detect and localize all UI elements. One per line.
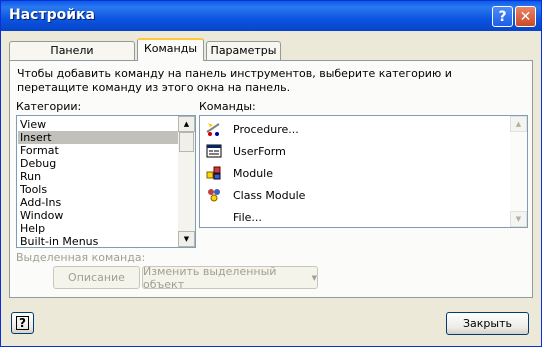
- categories-scrollbar[interactable]: ▲ ▼: [178, 116, 195, 247]
- command-label: UserForm: [233, 144, 286, 158]
- category-item[interactable]: Tools: [18, 183, 179, 196]
- customize-dialog: Настройка ? ✕ Панели инструментов Команд…: [0, 0, 542, 347]
- category-item[interactable]: Add-Ins: [18, 196, 179, 209]
- scroll-up-arrow-icon[interactable]: ▲: [178, 116, 195, 132]
- help-icon: ?: [498, 8, 507, 25]
- category-item[interactable]: Run: [18, 170, 179, 183]
- close-button-label: Закрыть: [463, 317, 512, 330]
- procedure-icon: [205, 120, 223, 138]
- description-button[interactable]: Описание: [53, 266, 140, 289]
- tab-commands[interactable]: Команды: [137, 38, 204, 61]
- userform-icon: [205, 142, 223, 160]
- command-item[interactable]: Module: [202, 162, 502, 184]
- tab-options[interactable]: Параметры: [206, 41, 281, 60]
- scroll-down-arrow-icon[interactable]: ▼: [178, 231, 195, 247]
- blank-icon: [205, 208, 223, 226]
- close-title-button[interactable]: ✕: [515, 6, 536, 27]
- command-label: File...: [233, 210, 262, 224]
- command-item[interactable]: UserForm: [202, 140, 502, 162]
- close-button[interactable]: Закрыть: [446, 312, 529, 335]
- question-icon: ?: [16, 316, 29, 330]
- categories-listbox[interactable]: View Insert Format Debug Run Tools Add-Ins Wind…: [16, 115, 196, 248]
- commands-listbox[interactable]: Procedure... UserForm Module Class Module Fi…: [199, 115, 528, 228]
- modify-selection-label: Изменить выделенный объект: [143, 264, 277, 291]
- scroll-track[interactable]: [179, 132, 194, 152]
- help-button[interactable]: ?: [11, 312, 34, 334]
- selected-command-label: Выделенная команда:: [16, 251, 146, 264]
- close-icon: ✕: [519, 8, 532, 25]
- command-item[interactable]: Class Module: [202, 184, 502, 206]
- commands-label: Команды:: [199, 100, 256, 113]
- class-module-icon: [205, 186, 223, 204]
- category-item[interactable]: Window: [18, 209, 179, 222]
- module-icon: [205, 164, 223, 182]
- command-item[interactable]: File...: [202, 206, 502, 227]
- command-label: Procedure...: [233, 122, 299, 136]
- category-item[interactable]: Help: [18, 222, 179, 235]
- commands-scrollbar[interactable]: ▲ ▼: [510, 116, 527, 227]
- command-label: Module: [233, 166, 273, 180]
- window-title: Настройка: [9, 7, 95, 23]
- category-item[interactable]: Built-in Menus: [18, 235, 179, 247]
- instructions-text: Чтобы добавить команду на панель инструм…: [17, 67, 452, 94]
- command-label: Class Module: [233, 188, 306, 202]
- commands-scroll-down-icon[interactable]: ▼: [510, 211, 527, 227]
- commands-scroll-up-icon[interactable]: ▲: [510, 116, 527, 132]
- category-item[interactable]: Insert: [18, 131, 179, 144]
- tab-commands-label: Команды: [143, 42, 198, 55]
- dropdown-arrow-icon: ▼: [311, 273, 317, 282]
- title-bar[interactable]: Настройка ? ✕: [1, 1, 541, 31]
- tab-options-label: Параметры: [210, 44, 277, 57]
- help-title-button[interactable]: ?: [492, 6, 513, 27]
- command-item[interactable]: Procedure...: [202, 118, 502, 140]
- modify-selection-button[interactable]: Изменить выделенный объект ▼: [142, 264, 318, 291]
- category-item[interactable]: Debug: [18, 157, 179, 170]
- description-button-label: Описание: [68, 271, 125, 284]
- category-item[interactable]: Format: [18, 144, 179, 157]
- category-item[interactable]: View: [18, 118, 179, 131]
- categories-label: Категории:: [16, 100, 82, 113]
- tab-toolbars[interactable]: Панели инструментов: [9, 41, 135, 75]
